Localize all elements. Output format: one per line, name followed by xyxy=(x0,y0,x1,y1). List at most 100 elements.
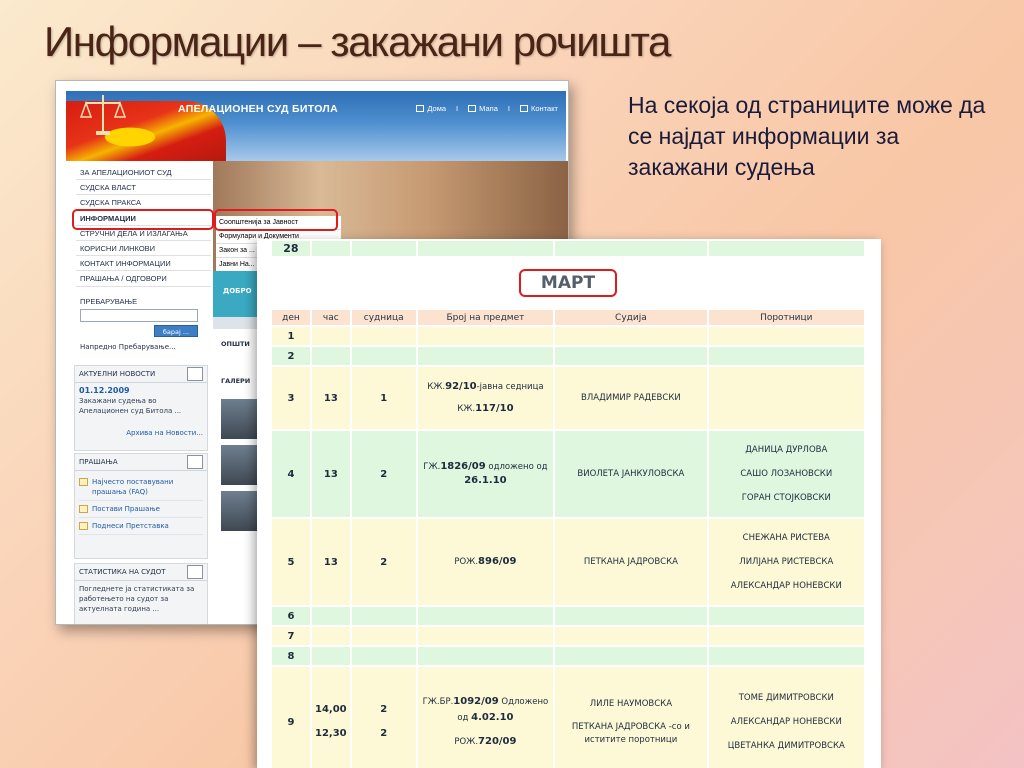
jurors-cell xyxy=(706,365,867,431)
contact-link[interactable]: Контакт xyxy=(519,104,558,113)
case-cell: РОЖ.896/09 xyxy=(415,517,556,607)
day-cell: 7 xyxy=(270,625,312,647)
questions-title: ПРАШАЊА xyxy=(79,458,118,466)
menu-item-links[interactable]: КОРИСНИ ЛИНКОВИ xyxy=(76,241,211,257)
col-hour: час xyxy=(309,308,352,327)
menu-item-judicial-power[interactable]: СУДСКА ВЛАСТ xyxy=(76,180,211,196)
news-panel: АКТУЕЛНИ НОВОСТИ 01.12.2009 Закажани суд… xyxy=(74,365,208,451)
table-row: 5 13 2 РОЖ.896/09 ПЕТКАНА ЈАДРОВСКА СНЕЖ… xyxy=(270,517,867,607)
room-cell: 2 xyxy=(349,517,418,607)
questions-panel: ПРАШАЊА Најчесто поставувани прашања (FA… xyxy=(74,453,208,559)
stats-text: Погледнете ја статистиката за работењето… xyxy=(79,585,195,613)
day-cell: 6 xyxy=(270,605,312,627)
judge-cell: ПЕТКАНА ЈАДРОВСКА xyxy=(553,517,709,607)
news-date[interactable]: 01.12.2009 xyxy=(79,386,203,396)
case-cell: ГЖ.БР.1092/09 Одложено од 4.02.10 РОЖ.72… xyxy=(415,665,556,768)
news-title: АКТУЕЛНИ НОВОСТИ xyxy=(79,370,156,378)
news-archive-link[interactable]: Архива на Новости... xyxy=(79,428,203,438)
hour-cell: 13 xyxy=(309,429,352,519)
hour-cell: 13 xyxy=(309,365,352,431)
advanced-search-link[interactable]: Напредно Пребарување... xyxy=(80,343,176,351)
day-cell: 5 xyxy=(270,517,312,607)
highlight-press-releases xyxy=(214,209,338,231)
home-icon xyxy=(416,105,425,112)
judge-cell: ВИОЛЕТА ЈАНКУЛОВСКА xyxy=(553,429,709,519)
table-row: 8 xyxy=(270,645,867,667)
case-cell: КЖ.92/10-јавна седница КЖ.117/10 xyxy=(415,365,556,431)
table-header: ден час судница Број на предмет Судија П… xyxy=(270,308,867,327)
room-cell: 2 xyxy=(349,429,418,519)
welcome-label: ДОБРО xyxy=(223,287,252,295)
highlight-information xyxy=(72,209,214,230)
search-button[interactable]: барај ... xyxy=(154,325,198,337)
ask-question-label: Постави Прашање xyxy=(92,505,160,513)
hearings-table: 28 МАРТ ден час судница Број на предмет … xyxy=(270,239,867,768)
home-link-label: Дома xyxy=(427,104,447,113)
hearings-calendar: 28 МАРТ ден час судница Број на предмет … xyxy=(257,239,881,768)
room-cell: 22 xyxy=(349,665,418,768)
col-judge: Судија xyxy=(553,308,709,327)
day-cell: 2 xyxy=(270,345,312,367)
judge-cell: ЛИЛЕ НАУМОВСКА ПЕТКАНА ЈАДРОВСКА -со и и… xyxy=(553,665,709,768)
news-text: Закажани судења во Апелационен суд Битол… xyxy=(79,397,182,415)
sitemap-icon xyxy=(468,105,477,112)
slide-note: На секоја од страниците може да се најда… xyxy=(628,92,986,180)
menu-item-about[interactable]: ЗА АПЕЛАЦИОНИОТ СУД xyxy=(76,165,211,181)
table-row: 3 13 1 КЖ.92/10-јавна седница КЖ.117/10 … xyxy=(270,365,867,431)
col-jurors: Поротници xyxy=(706,308,867,327)
table-row-prev: 28 xyxy=(270,239,867,258)
day-cell: 3 xyxy=(270,365,312,431)
contact-link-label: Контакт xyxy=(530,104,558,113)
faq-link-label: Најчесто поставувани прашања (FAQ) xyxy=(92,478,174,496)
month-cell: МАРТ xyxy=(270,256,866,310)
table-row: 2 xyxy=(270,345,867,367)
chat-bubble-icon xyxy=(79,522,88,530)
table-row: 6 xyxy=(270,605,867,627)
chat-bubble-icon xyxy=(79,478,88,486)
search-label: ПРЕБАРУВАЊЕ xyxy=(80,297,138,306)
month-label: МАРТ xyxy=(518,269,618,297)
people-icon xyxy=(187,565,203,579)
site-name: АПЕЛАЦИОНЕН СУД БИТОЛА xyxy=(178,103,338,115)
table-row: 4 13 2 ГЖ.1826/09 одложено од 26.1.10 ВИ… xyxy=(270,429,867,519)
chat-bubble-icon xyxy=(79,505,88,513)
home-link[interactable]: Дома xyxy=(416,104,446,113)
menu-item-contact[interactable]: КОНТАКТ ИНФОРМАЦИИ xyxy=(76,256,211,272)
submit-complaint-label: Поднеси Претставка xyxy=(92,522,169,530)
gallery-label: ГАЛЕРИ xyxy=(221,377,251,385)
jurors-cell: СНЕЖАНА РИСТЕВА ЛИЛЈАНА РИСТЕВСКА АЛЕКСА… xyxy=(706,517,867,607)
day-cell: 4 xyxy=(270,429,312,519)
sitemap-link[interactable]: Мапа xyxy=(468,104,498,113)
mail-icon xyxy=(519,105,528,112)
judge-cell: ВЛАДИМИР РАДЕВСКИ xyxy=(553,365,709,431)
room-cell: 1 xyxy=(349,365,418,431)
prev-day: 28 xyxy=(270,239,312,258)
stats-title: СТАТИСТИКА НА СУДОТ xyxy=(79,568,166,576)
faq-link[interactable]: Најчесто поставувани прашања (FAQ) xyxy=(79,474,203,501)
menu-item-faq[interactable]: ПРАШАЊА / ОДГОВОРИ xyxy=(76,271,211,287)
table-row: 7 xyxy=(270,625,867,647)
top-links: Дома I Мапа I Контакт xyxy=(416,104,558,113)
newspaper-icon xyxy=(187,367,203,381)
general-label: ОПШТИ xyxy=(221,340,250,348)
ask-question-link[interactable]: Постави Прашање xyxy=(79,501,203,518)
col-case: Број на предмет xyxy=(415,308,556,327)
slide-title: Информации – закажани рочишта xyxy=(44,18,671,65)
day-cell: 9 xyxy=(270,665,312,768)
day-cell: 1 xyxy=(270,325,312,347)
hour-cell: 14,00 12,30 xyxy=(309,665,352,768)
scales-icon xyxy=(80,95,126,135)
col-day: ден xyxy=(270,308,312,327)
table-row: 9 14,00 12,30 22 ГЖ.БР.1092/09 Одложено о… xyxy=(270,665,867,768)
table-row: 1 xyxy=(270,325,867,347)
col-room: судница xyxy=(349,308,418,327)
submit-complaint-link[interactable]: Поднеси Претставка xyxy=(79,518,203,535)
stats-panel: СТАТИСТИКА НА СУДОТ Погледнете ја статис… xyxy=(74,563,208,624)
search-input[interactable] xyxy=(80,309,198,322)
hour-cell: 13 xyxy=(309,517,352,607)
sitemap-link-label: Мапа xyxy=(479,104,498,113)
day-cell: 8 xyxy=(270,645,312,667)
site-header: АПЕЛАЦИОНЕН СУД БИТОЛА Дома I Мапа I Кон… xyxy=(66,91,566,161)
jurors-cell: ТОМЕ ДИМИТРОВСКИ АЛЕКСАНДАР НОНЕВСКИ ЦВЕ… xyxy=(706,665,867,768)
notes-icon xyxy=(187,455,203,469)
